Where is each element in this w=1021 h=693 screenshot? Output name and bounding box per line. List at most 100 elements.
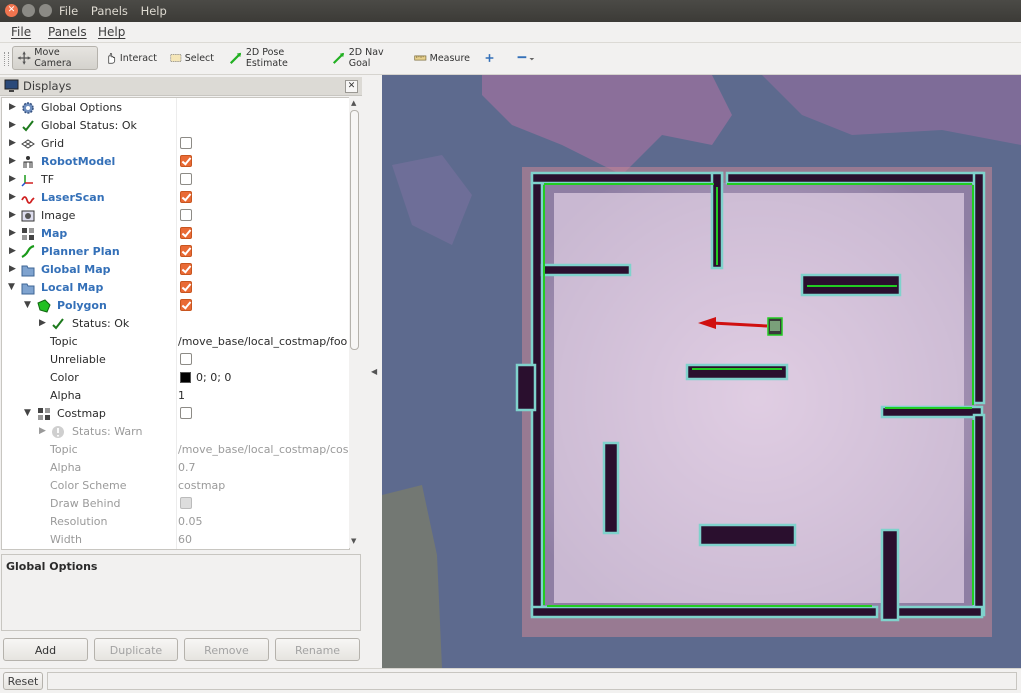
nav-goal-button[interactable]: 2D Nav Goal: [328, 46, 404, 70]
tree-row-costmap-width[interactable]: Width 60: [2, 531, 349, 549]
global-menu-file[interactable]: File: [59, 4, 78, 18]
close-panel-icon[interactable]: ✕: [345, 80, 358, 93]
tree-row-costmap-topic[interactable]: Topic /move_base/local_costmap/cos...: [2, 441, 349, 459]
tree-row-costmap-alpha[interactable]: Alpha 0.7: [2, 459, 349, 477]
collapse-arrow-icon[interactable]: ▼: [24, 408, 31, 418]
expand-arrow-icon[interactable]: ▶: [9, 228, 16, 238]
color-value[interactable]: 0; 0; 0: [196, 371, 349, 384]
tree-row-polygon-unreliable[interactable]: Unreliable: [2, 351, 349, 369]
width-value[interactable]: 60: [178, 533, 348, 546]
tree-row-polygon-status[interactable]: ▶ Status: Ok: [2, 315, 349, 333]
resolution-value[interactable]: 0.05: [178, 515, 348, 528]
enable-checkbox[interactable]: [180, 137, 192, 149]
displays-tree[interactable]: ▶ Global Options ▶ Global Status: Ok ▶ G…: [1, 97, 350, 550]
collapse-arrow-icon[interactable]: ▼: [8, 282, 15, 292]
remove-tool-dropdown[interactable]: [512, 46, 542, 70]
nav-goal-label: 2D Nav Goal: [348, 47, 384, 69]
add-tool-button[interactable]: [481, 46, 501, 70]
collapse-arrow-icon[interactable]: ▼: [24, 300, 31, 310]
tree-label: Global Map: [41, 263, 111, 276]
topic-value[interactable]: /move_base/local_costmap/foo...: [178, 335, 348, 348]
global-menu-panels[interactable]: Panels: [91, 4, 128, 18]
tree-row-costmap[interactable]: ▼ Costmap: [2, 405, 349, 423]
tree-label: Alpha: [50, 461, 82, 474]
toolbar-grip-icon[interactable]: [4, 52, 9, 66]
tree-row-map[interactable]: ▶ Map: [2, 225, 349, 243]
enable-checkbox[interactable]: [180, 281, 192, 293]
minimize-window-icon[interactable]: [22, 4, 35, 17]
tree-row-global-options[interactable]: ▶ Global Options: [2, 99, 349, 117]
menu-file[interactable]: File: [11, 25, 31, 39]
enable-checkbox[interactable]: [180, 173, 192, 185]
expand-arrow-icon[interactable]: ▶: [39, 426, 46, 436]
color-scheme-value[interactable]: costmap: [178, 479, 348, 492]
enable-checkbox[interactable]: [180, 263, 192, 275]
duplicate-button[interactable]: Duplicate: [94, 638, 178, 661]
enable-checkbox[interactable]: [180, 299, 192, 311]
move-camera-button[interactable]: Move Camera: [12, 46, 98, 70]
unreliable-checkbox[interactable]: [180, 353, 192, 365]
tree-row-polygon[interactable]: ▼ Polygon: [2, 297, 349, 315]
tree-row-costmap-color-scheme[interactable]: Color Scheme costmap: [2, 477, 349, 495]
render-viewport[interactable]: [382, 75, 1021, 668]
alpha-value[interactable]: 1: [178, 389, 348, 402]
tree-label: Global Options: [41, 101, 123, 114]
expand-arrow-icon[interactable]: ▶: [39, 318, 46, 328]
enable-checkbox[interactable]: [180, 155, 192, 167]
tree-row-planner-plan[interactable]: ▶ Planner Plan: [2, 243, 349, 261]
scroll-down-arrow-icon[interactable]: ▼: [351, 537, 356, 545]
tree-scrollbar[interactable]: ▲ ▼: [349, 97, 361, 548]
expand-arrow-icon[interactable]: ▶: [9, 102, 16, 112]
tree-row-image[interactable]: ▶ Image: [2, 207, 349, 225]
enable-checkbox[interactable]: [180, 209, 192, 221]
displays-panel-header: Displays ✕: [0, 77, 362, 96]
select-button[interactable]: Select: [166, 46, 218, 70]
tree-row-polygon-alpha[interactable]: Alpha 1: [2, 387, 349, 405]
reset-button[interactable]: Reset: [3, 672, 43, 690]
tree-row-polygon-topic[interactable]: Topic /move_base/local_costmap/foo...: [2, 333, 349, 351]
measure-button[interactable]: Measure: [410, 46, 474, 70]
collapse-panel-arrow-icon[interactable]: ◀: [371, 367, 377, 376]
panel-splitter[interactable]: ◀: [362, 75, 381, 668]
scrollbar-thumb[interactable]: [350, 110, 359, 350]
close-window-icon[interactable]: ✕: [5, 4, 18, 17]
color-swatch[interactable]: [180, 372, 191, 383]
tree-row-tf[interactable]: ▶ TF: [2, 171, 349, 189]
enable-checkbox[interactable]: [180, 245, 192, 257]
tree-row-global-map[interactable]: ▶ Global Map: [2, 261, 349, 279]
scroll-up-arrow-icon[interactable]: ▲: [351, 99, 356, 107]
topic-value[interactable]: /move_base/local_costmap/cos...: [178, 443, 348, 456]
expand-arrow-icon[interactable]: ▶: [9, 246, 16, 256]
expand-arrow-icon[interactable]: ▶: [9, 210, 16, 220]
menu-help[interactable]: Help: [98, 25, 125, 39]
tree-row-costmap-resolution[interactable]: Resolution 0.05: [2, 513, 349, 531]
tree-row-local-map[interactable]: ▼ Local Map: [2, 279, 349, 297]
expand-arrow-icon[interactable]: ▶: [9, 192, 16, 202]
add-button[interactable]: Add: [3, 638, 88, 661]
enable-checkbox[interactable]: [180, 407, 192, 419]
tree-row-polygon-color[interactable]: Color 0; 0; 0: [2, 369, 349, 387]
alpha-value[interactable]: 0.7: [178, 461, 348, 474]
tree-row-global-status[interactable]: ▶ Global Status: Ok: [2, 117, 349, 135]
enable-checkbox[interactable]: [180, 191, 192, 203]
tree-row-laserscan[interactable]: ▶ LaserScan: [2, 189, 349, 207]
tree-row-grid[interactable]: ▶ Grid: [2, 135, 349, 153]
draw-behind-checkbox[interactable]: [180, 497, 192, 509]
expand-arrow-icon[interactable]: ▶: [9, 120, 16, 130]
rename-button[interactable]: Rename: [275, 638, 360, 661]
maximize-window-icon[interactable]: [39, 4, 52, 17]
remove-button[interactable]: Remove: [184, 638, 269, 661]
tree-row-costmap-status[interactable]: ▶ Status: Warn: [2, 423, 349, 441]
menu-panels[interactable]: Panels: [48, 25, 87, 39]
enable-checkbox[interactable]: [180, 227, 192, 239]
pose-estimate-button[interactable]: 2D Pose Estimate: [225, 46, 322, 70]
expand-arrow-icon[interactable]: ▶: [9, 264, 16, 274]
tree-row-costmap-draw-behind[interactable]: Draw Behind: [2, 495, 349, 513]
expand-arrow-icon[interactable]: ▶: [9, 174, 16, 184]
tree-row-robotmodel[interactable]: ▶ RobotModel: [2, 153, 349, 171]
interact-button[interactable]: Interact: [101, 46, 161, 70]
global-menu-help[interactable]: Help: [141, 4, 167, 18]
select-label: Select: [184, 52, 214, 64]
expand-arrow-icon[interactable]: ▶: [9, 138, 16, 148]
expand-arrow-icon[interactable]: ▶: [9, 156, 16, 166]
